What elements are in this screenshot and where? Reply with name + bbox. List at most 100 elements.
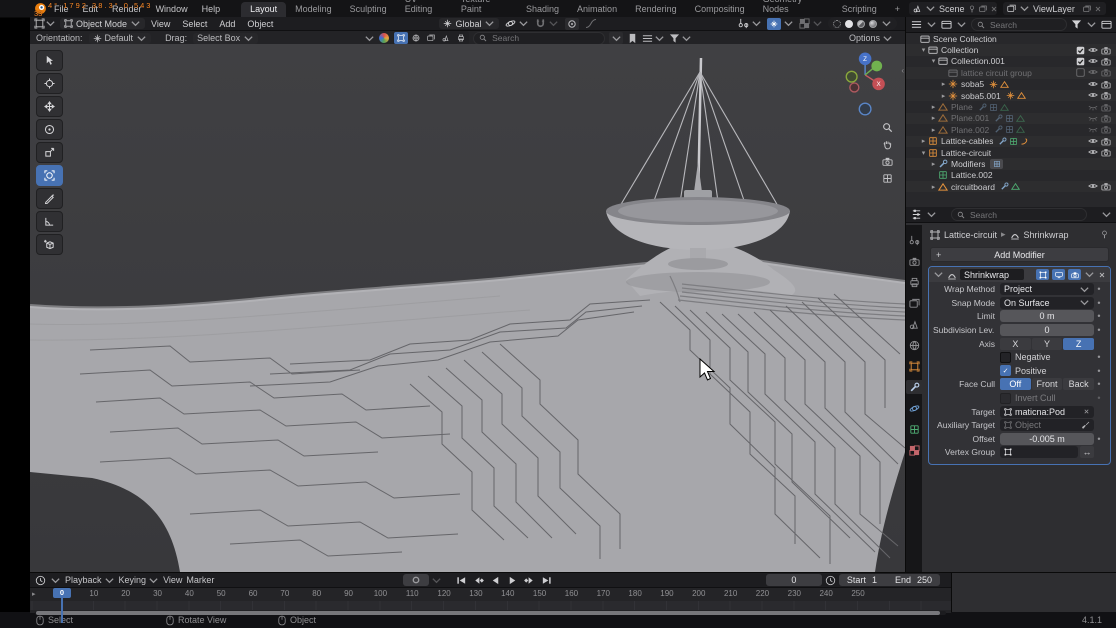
next-keyframe-button[interactable] (522, 574, 537, 586)
animate-dot[interactable]: • (1094, 311, 1104, 321)
tab-physics[interactable] (906, 401, 922, 415)
timeline-tick[interactable]: 170 (588, 589, 618, 598)
menu-render[interactable]: Render (112, 4, 142, 14)
filter-by-type-icon[interactable] (379, 33, 389, 43)
previous-keyframe-button[interactable] (471, 574, 486, 586)
timeline-tick[interactable]: 110 (397, 589, 427, 598)
use-preview-range-icon[interactable] (825, 575, 836, 586)
timeline-tick[interactable]: 80 (302, 589, 332, 598)
positive-checkbox[interactable]: ✓ (1000, 365, 1011, 376)
gizmo-y-axis[interactable] (871, 61, 882, 72)
perspective-toggle-icon[interactable] (882, 173, 893, 184)
tab-view-layer[interactable] (906, 296, 922, 310)
menu-view[interactable]: View (163, 575, 182, 585)
timeline-tick[interactable]: 130 (461, 589, 491, 598)
close-icon[interactable] (990, 5, 998, 13)
hide-eye-icon[interactable] (1088, 46, 1098, 54)
target-field[interactable]: maticna:Pod (1000, 406, 1094, 418)
render-camera-icon[interactable] (1101, 148, 1111, 157)
face-cull-front-button[interactable]: Front (1032, 378, 1063, 390)
auto-keying-toggle[interactable] (403, 574, 429, 586)
timeline-tick[interactable]: 30 (143, 589, 173, 598)
hidden-eye-icon[interactable] (1088, 103, 1098, 111)
timeline-tick[interactable]: 180 (620, 589, 650, 598)
negative-checkbox[interactable] (1000, 352, 1011, 363)
invert-vertex-group-button[interactable]: ↔ (1080, 446, 1094, 458)
render-camera-icon[interactable] (1101, 182, 1111, 191)
hide-eye-icon[interactable] (1088, 68, 1098, 76)
outliner-row-lattice-circuit-group[interactable]: lattice circuit group (906, 67, 1116, 78)
tab-texture-paint[interactable]: Texture Paint (452, 0, 517, 17)
tab-modeling[interactable]: Modeling (286, 2, 341, 17)
menu-playback[interactable]: Playback (65, 575, 115, 586)
timeline-scrollbar[interactable] (35, 611, 946, 615)
auxiliary-target-field[interactable]: Object (1000, 419, 1094, 431)
editor-type-icon[interactable] (34, 18, 45, 29)
tab-render[interactable] (906, 254, 922, 268)
timeline-tick[interactable]: 220 (747, 589, 777, 598)
tab-rendering[interactable]: Rendering (626, 2, 686, 17)
exclude-checkbox-icon[interactable] (1076, 46, 1085, 55)
outliner-row-plane-001[interactable]: ▸ Plane.001 (906, 113, 1116, 124)
display-editmode-toggle[interactable] (1036, 269, 1049, 280)
add-workspace-button[interactable]: + (886, 2, 909, 17)
show-overlays-toggle[interactable] (767, 18, 781, 30)
timeline-tick[interactable]: 60 (238, 589, 268, 598)
expand-arrow[interactable]: ▸ (929, 126, 938, 134)
animate-dot[interactable]: • (1094, 352, 1104, 362)
drag-setting-select[interactable]: Select Box (193, 33, 258, 44)
outliner-row-collection[interactable]: ▾ Collection (906, 44, 1116, 55)
axis-y-button[interactable]: Y (1032, 338, 1063, 350)
axis-z-button[interactable]: Z (1063, 338, 1094, 350)
display-mode-image-button[interactable] (424, 32, 438, 44)
breadcrumb-modifier[interactable]: Shrinkwrap (1024, 230, 1069, 240)
render-camera-icon[interactable] (1101, 137, 1111, 146)
timeline-tick[interactable]: 140 (493, 589, 523, 598)
timeline-tick[interactable]: 70 (270, 589, 300, 598)
zoom-view-icon[interactable] (882, 122, 893, 133)
offset-field[interactable]: -0.005 m (1000, 433, 1094, 445)
close-icon[interactable] (1094, 5, 1102, 13)
tab-uv-editing[interactable]: UV Editing (396, 0, 452, 17)
animate-dot[interactable]: • (1094, 366, 1104, 376)
timeline-tick[interactable]: 50 (206, 589, 236, 598)
menu-file[interactable]: File (54, 4, 69, 14)
breadcrumb-object[interactable]: Lattice-circuit (944, 230, 997, 240)
filter-funnel-icon[interactable] (1071, 19, 1082, 30)
display-mode-output-button[interactable] (454, 32, 468, 44)
outliner-row-plane-002[interactable]: ▸ Plane.002 (906, 124, 1116, 135)
tab-output[interactable] (906, 275, 922, 289)
tab-material[interactable] (906, 443, 922, 457)
shading-rendered-button[interactable] (869, 20, 877, 28)
tool-add-primitive[interactable] (36, 234, 63, 255)
tool-select-box[interactable] (36, 50, 63, 71)
render-camera-icon[interactable] (1101, 125, 1111, 134)
display-realtime-toggle[interactable] (1052, 269, 1065, 280)
new-scene-icon[interactable] (979, 5, 987, 13)
expand-arrow[interactable]: ▸ (929, 114, 938, 122)
axis-x-button[interactable]: X (1000, 338, 1031, 350)
jump-to-start-button[interactable] (454, 574, 469, 586)
collapse-arrow-icon[interactable] (933, 269, 944, 280)
menu-marker[interactable]: Marker (186, 575, 214, 585)
hidden-eye-icon[interactable] (1088, 114, 1098, 122)
add-modifier-button[interactable]: + Add Modifier (930, 247, 1109, 262)
filter-dropdown[interactable] (669, 33, 692, 44)
orientation-setting-select[interactable]: Default (89, 33, 152, 44)
bookmark-icon[interactable] (627, 33, 638, 44)
expand-arrow[interactable]: ▾ (919, 149, 928, 157)
timeline-track[interactable] (30, 601, 951, 610)
tool-measure[interactable] (36, 211, 63, 232)
tab-shading[interactable]: Shading (517, 2, 568, 17)
exclude-checkbox-icon[interactable] (1076, 57, 1085, 66)
render-camera-icon[interactable] (1101, 80, 1111, 89)
expand-arrow[interactable]: ▾ (919, 46, 928, 54)
tool-cursor[interactable] (36, 73, 63, 94)
gizmo-neg-z-axis[interactable] (859, 103, 871, 115)
timeline-tick[interactable]: 160 (556, 589, 586, 598)
delete-modifier-icon[interactable] (1098, 271, 1106, 279)
tab-compositing[interactable]: Compositing (686, 2, 754, 17)
start-frame-field[interactable]: 1 (872, 575, 877, 585)
tab-animation[interactable]: Animation (568, 2, 626, 17)
tool-annotate[interactable] (36, 188, 63, 209)
